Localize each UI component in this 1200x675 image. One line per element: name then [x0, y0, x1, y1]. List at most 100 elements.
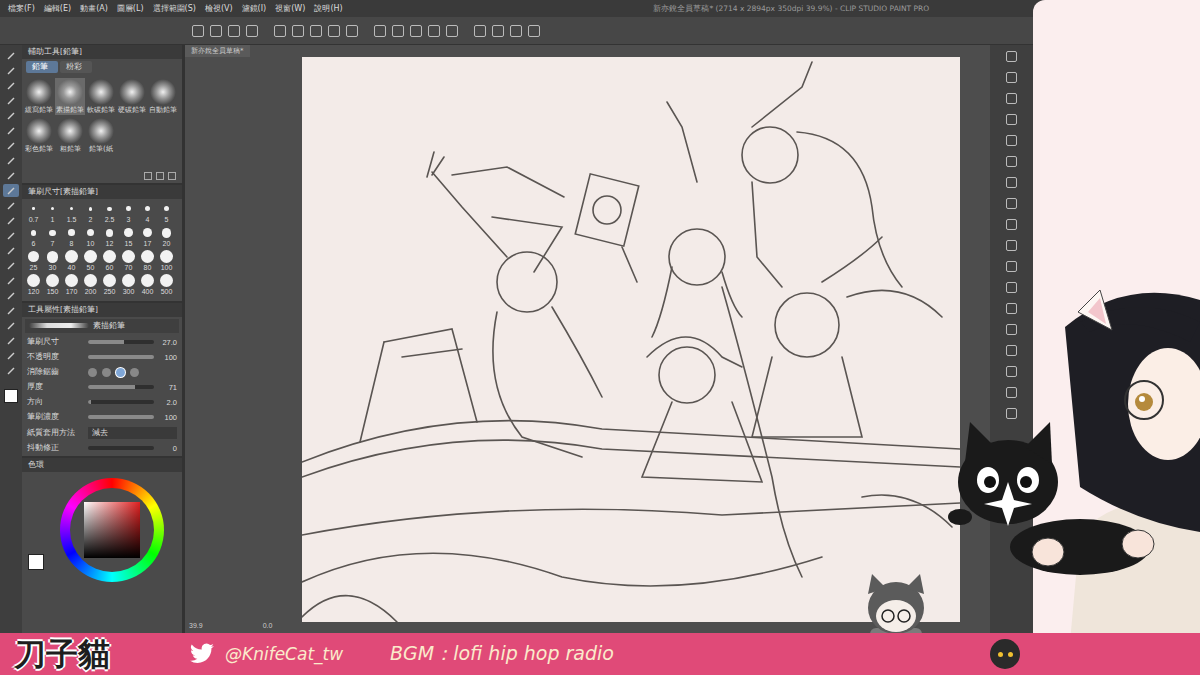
command-icon[interactable]: [428, 25, 440, 37]
menu-item[interactable]: 動畫(A): [80, 3, 108, 14]
brush-size-option[interactable]: 6: [24, 226, 43, 250]
menu-item[interactable]: 視窗(W): [275, 3, 305, 14]
tool-icon[interactable]: [3, 304, 19, 317]
command-icon[interactable]: [528, 25, 540, 37]
foreground-color-swatch[interactable]: [4, 389, 18, 403]
command-icon[interactable]: [246, 25, 258, 37]
brush-size-option[interactable]: 100: [157, 250, 176, 274]
panel-icon[interactable]: [1006, 93, 1017, 104]
command-icon[interactable]: [392, 25, 404, 37]
tool-icon[interactable]: [3, 319, 19, 332]
command-icon[interactable]: [446, 25, 458, 37]
antialias-option[interactable]: [102, 368, 111, 377]
saturation-square[interactable]: [84, 502, 140, 558]
command-icon[interactable]: [292, 25, 304, 37]
brush-size-option[interactable]: 17: [138, 226, 157, 250]
brush-size-option[interactable]: 120: [24, 274, 43, 298]
tool-icon[interactable]: [3, 79, 19, 92]
panel-icon[interactable]: [1006, 324, 1017, 335]
antialias-option[interactable]: [88, 368, 97, 377]
tool-icon[interactable]: [3, 214, 19, 227]
property-row[interactable]: 消除鋸齒: [22, 365, 182, 380]
brush-preset[interactable]: 粗鉛筆: [55, 117, 85, 154]
property-row[interactable]: 厚度 71: [22, 380, 182, 395]
command-icon[interactable]: [274, 25, 286, 37]
brush-size-option[interactable]: 25: [24, 250, 43, 274]
brush-size-option[interactable]: 15: [119, 226, 138, 250]
property-row[interactable]: 筆刷濃度 100: [22, 410, 182, 425]
brush-size-option[interactable]: 1: [43, 202, 62, 226]
command-icon[interactable]: [374, 25, 386, 37]
panel-icon[interactable]: [1006, 177, 1017, 188]
brush-size-option[interactable]: 30: [43, 250, 62, 274]
add-icon[interactable]: [144, 172, 152, 180]
sub-tool-group-tab[interactable]: 鉛筆: [26, 61, 58, 73]
menu-item[interactable]: 濾鏡(I): [242, 3, 267, 14]
canvas[interactable]: [302, 57, 960, 622]
tool-icon[interactable]: [3, 124, 19, 137]
brush-size-option[interactable]: 40: [62, 250, 81, 274]
property-slider[interactable]: [88, 400, 154, 404]
property-row[interactable]: 筆刷尺寸 27.0: [22, 335, 182, 350]
tool-icon[interactable]: [3, 349, 19, 362]
brush-size-option[interactable]: 12: [100, 226, 119, 250]
panel-icon[interactable]: [1006, 345, 1017, 356]
brush-size-option[interactable]: 5: [157, 202, 176, 226]
antialias-option[interactable]: [116, 368, 125, 377]
tool-icon[interactable]: [3, 184, 19, 197]
panel-icon[interactable]: [1006, 282, 1017, 293]
brush-size-option[interactable]: 8: [62, 226, 81, 250]
tool-icon[interactable]: [3, 364, 19, 377]
command-icon[interactable]: [328, 25, 340, 37]
tool-icon[interactable]: [3, 199, 19, 212]
sub-tool-group-tab[interactable]: 粉彩: [60, 61, 92, 73]
property-slider[interactable]: [88, 415, 154, 419]
brush-size-option[interactable]: 20: [157, 226, 176, 250]
property-row[interactable]: 不透明度 100: [22, 350, 182, 365]
brush-size-option[interactable]: 4: [138, 202, 157, 226]
main-color-swatch[interactable]: [28, 554, 44, 570]
antialias-option[interactable]: [130, 368, 139, 377]
panel-icon[interactable]: [1006, 135, 1017, 146]
brush-size-option[interactable]: 2: [81, 202, 100, 226]
panel-icon[interactable]: [1006, 219, 1017, 230]
command-icon[interactable]: [474, 25, 486, 37]
property-slider[interactable]: [88, 355, 154, 359]
panel-icon[interactable]: [1006, 240, 1017, 251]
menu-item[interactable]: 說明(H): [314, 3, 342, 14]
brush-size-option[interactable]: 0.7: [24, 202, 43, 226]
panel-icon[interactable]: [1006, 303, 1017, 314]
copy-icon[interactable]: [156, 172, 164, 180]
brush-preset[interactable]: 自動鉛筆: [148, 78, 178, 115]
brush-size-option[interactable]: 2.5: [100, 202, 119, 226]
brush-preset[interactable]: 素描鉛筆: [55, 78, 85, 115]
property-slider[interactable]: [88, 446, 154, 450]
property-row[interactable]: 方向 2.0: [22, 395, 182, 410]
command-icon[interactable]: [210, 25, 222, 37]
brush-size-option[interactable]: 60: [100, 250, 119, 274]
brush-size-option[interactable]: 3: [119, 202, 138, 226]
command-icon[interactable]: [492, 25, 504, 37]
command-icon[interactable]: [346, 25, 358, 37]
command-icon[interactable]: [192, 25, 204, 37]
brush-size-option[interactable]: 150: [43, 274, 62, 298]
panel-icon[interactable]: [1006, 156, 1017, 167]
brush-preset[interactable]: 鉛筆(紙: [86, 117, 116, 154]
brush-size-option[interactable]: 250: [100, 274, 119, 298]
tool-icon[interactable]: [3, 154, 19, 167]
menu-item[interactable]: 選擇範圍(S): [153, 3, 196, 14]
menu-item[interactable]: 檢視(V): [205, 3, 233, 14]
tool-icon[interactable]: [3, 94, 19, 107]
tool-icon[interactable]: [3, 109, 19, 122]
property-slider[interactable]: [88, 385, 154, 389]
property-slider[interactable]: [88, 340, 154, 344]
tool-icon[interactable]: [3, 64, 19, 77]
brush-size-option[interactable]: 400: [138, 274, 157, 298]
tool-icon[interactable]: [3, 244, 19, 257]
command-icon[interactable]: [310, 25, 322, 37]
brush-size-option[interactable]: 10: [81, 226, 100, 250]
brush-preset[interactable]: 彩色鉛筆: [24, 117, 54, 154]
brush-size-option[interactable]: 1.5: [62, 202, 81, 226]
command-icon[interactable]: [410, 25, 422, 37]
brush-preset[interactable]: 緩寫鉛筆: [24, 78, 54, 115]
